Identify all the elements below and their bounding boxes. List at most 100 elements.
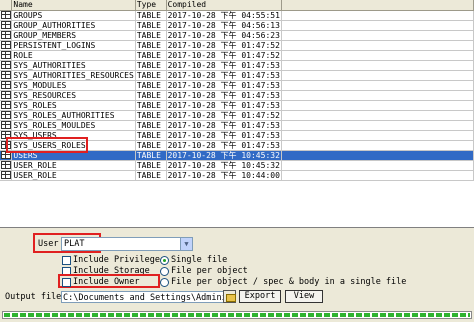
row-name: GROUP_AUTHORITIES (11, 20, 136, 31)
table-row[interactable]: PERSISTENT_LOGINS TABLE 2017-10-28 下午 01:4… (0, 40, 474, 51)
table-row[interactable]: SYS_ROLES TABLE 2017-10-28 下午 01:47:53 (0, 100, 474, 111)
table-icon (0, 171, 11, 179)
row-filler (281, 40, 474, 51)
icon-cell (0, 80, 13, 91)
row-compiled: 2017-10-28 下午 01:47:53 (166, 100, 282, 111)
row-compiled: 2017-10-28 下午 01:47:53 (166, 120, 282, 131)
table-icon (0, 41, 11, 49)
row-compiled: 2017-10-28 下午 10:45:32 (166, 160, 282, 171)
icon-cell (0, 70, 13, 81)
row-compiled: 2017-10-28 下午 04:56:23 (166, 30, 282, 41)
icon-cell (0, 110, 13, 121)
row-name: USER_ROLE (11, 160, 136, 171)
row-compiled: 2017-10-28 下午 01:47:53 (166, 90, 282, 101)
row-name: USER_ROLE (11, 170, 136, 181)
table-icon (0, 71, 11, 79)
table-row[interactable]: GROUP_AUTHORITIES TABLE 2017-10-28 下午 04:5… (0, 20, 474, 31)
row-type: TABLE (135, 20, 167, 31)
row-type: TABLE (135, 110, 167, 121)
row-name: ROLE (11, 50, 136, 61)
row-type: TABLE (135, 10, 167, 21)
table-icon (0, 101, 11, 109)
row-compiled: 2017-10-28 下午 04:56:13 (166, 20, 282, 31)
table-icon (0, 111, 11, 119)
table-header: Name Type Compiled (0, 0, 474, 11)
icon-cell (0, 160, 13, 171)
users-highlight-box (6, 137, 88, 153)
file-per-object-radio[interactable] (160, 267, 169, 276)
chevron-down-icon[interactable]: ▼ (180, 238, 192, 250)
folder-icon[interactable] (223, 290, 236, 303)
row-filler (281, 90, 474, 101)
row-compiled: 2017-10-28 下午 10:44:00 (166, 170, 282, 181)
row-type: TABLE (135, 40, 167, 51)
table-icon (0, 61, 11, 69)
row-filler (281, 10, 474, 21)
row-filler (281, 50, 474, 61)
row-type: TABLE (135, 100, 167, 111)
user-label: User (38, 239, 59, 249)
file-per-object-spec-body-radio[interactable] (160, 278, 169, 287)
row-type: TABLE (135, 80, 167, 91)
user-select-value: PLAT (64, 239, 85, 249)
table-row[interactable]: SYS_ROLES_AUTHORITIES TABLE 2017-10-28 下午 … (0, 110, 474, 121)
header-icon-col (0, 0, 13, 11)
object-list-grid[interactable]: Name Type Compiled GROUPS TABLE 2017-10-28… (0, 0, 474, 228)
table-icon (0, 161, 11, 169)
table-row[interactable]: SYS_AUTHORITIES TABLE 2017-10-28 下午 01:47:… (0, 60, 474, 71)
table-row[interactable]: SYS_MODULES TABLE 2017-10-28 下午 01:47:53 (0, 80, 474, 91)
header-compiled[interactable]: Compiled (166, 0, 282, 11)
object-table: Name Type Compiled GROUPS TABLE 2017-10-28… (0, 0, 474, 181)
view-button[interactable]: View (285, 290, 323, 303)
icon-cell (0, 90, 13, 101)
row-name: GROUP_MEMBERS (11, 30, 136, 41)
table-icon (0, 91, 11, 99)
row-filler (281, 30, 474, 41)
icon-cell (0, 50, 13, 61)
table-row[interactable]: USER_ROLE TABLE 2017-10-28 下午 10:44:00 (0, 170, 474, 181)
header-type[interactable]: Type (135, 0, 167, 11)
table-icon (0, 21, 11, 29)
output-file-input[interactable]: C:\Documents and Settings\Admini (61, 291, 224, 303)
row-name: GROUPS (11, 10, 136, 21)
single-file-label: Single file (171, 255, 228, 265)
output-file-path: C:\Documents and Settings\Admini (63, 293, 223, 303)
row-filler (281, 80, 474, 91)
include-owner-checkbox[interactable] (62, 278, 71, 287)
table-row[interactable]: SYS_AUTHORITIES_RESOURCES TABLE 2017-10-28… (0, 70, 474, 81)
row-compiled: 2017-10-28 下午 04:55:51 (166, 10, 282, 21)
table-icon (0, 51, 11, 59)
single-file-radio[interactable] (160, 256, 169, 265)
row-compiled: 2017-10-28 下午 01:47:52 (166, 110, 282, 121)
include-privileges-checkbox[interactable] (62, 256, 71, 265)
icon-cell (0, 120, 13, 131)
row-compiled: 2017-10-28 下午 01:47:53 (166, 60, 282, 71)
icon-cell (0, 30, 13, 41)
row-filler (281, 160, 474, 171)
row-compiled: 2017-10-28 下午 01:47:52 (166, 40, 282, 51)
row-type: TABLE (135, 150, 167, 161)
row-type: TABLE (135, 170, 167, 181)
row-filler (281, 170, 474, 181)
table-row[interactable]: GROUPS TABLE 2017-10-28 下午 04:55:51 (0, 10, 474, 21)
include-owner-label: Include Owner (73, 277, 140, 287)
table-icon (0, 31, 11, 39)
icon-cell (0, 20, 13, 31)
icon-cell (0, 60, 13, 71)
row-name: SYS_AUTHORITIES_RESOURCES (11, 70, 136, 81)
table-row[interactable]: USER_ROLE TABLE 2017-10-28 下午 10:45:32 (0, 160, 474, 171)
table-row[interactable]: ROLE TABLE 2017-10-28 下午 01:47:52 (0, 50, 474, 61)
row-compiled: 2017-10-28 下午 10:45:32 (166, 150, 282, 161)
header-name[interactable]: Name (11, 0, 136, 11)
table-row[interactable]: GROUP_MEMBERS TABLE 2017-10-28 下午 04:56:23 (0, 30, 474, 41)
icon-cell (0, 40, 13, 51)
row-filler (281, 70, 474, 81)
row-filler (281, 130, 474, 141)
row-type: TABLE (135, 90, 167, 101)
user-select[interactable]: PLAT ▼ (61, 237, 193, 251)
export-button[interactable]: Export (239, 290, 281, 303)
header-filler (281, 0, 474, 11)
file-per-object-label: File per object (171, 266, 248, 276)
table-row[interactable]: SYS_ROLES_MOULDES TABLE 2017-10-28 下午 01:4… (0, 120, 474, 131)
table-row[interactable]: SYS_RESOURCES TABLE 2017-10-28 下午 01:47:53 (0, 90, 474, 101)
